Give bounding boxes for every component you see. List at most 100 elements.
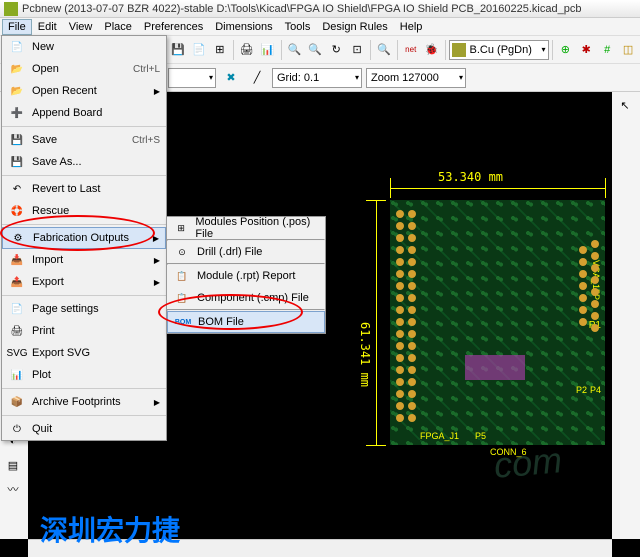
menu-item-icon: ➕ bbox=[8, 105, 26, 121]
watermark-text: 深圳宏力捷 bbox=[40, 509, 180, 549]
mode-4-button[interactable]: ◫ bbox=[618, 39, 638, 61]
submenu-item-icon: BOM bbox=[174, 314, 192, 330]
menu-item-save-as-[interactable]: 💾Save As... bbox=[2, 151, 166, 173]
mode-1-button[interactable]: ⊕ bbox=[555, 39, 575, 61]
menu-item-icon: 📊 bbox=[8, 367, 26, 383]
menu-item-label: Page settings bbox=[32, 303, 160, 315]
zoom-fit-button[interactable]: ⊡ bbox=[347, 39, 367, 61]
page-button[interactable]: 📄 bbox=[189, 39, 209, 61]
dim-tick bbox=[605, 178, 606, 198]
submenu-arrow-icon: ▶ bbox=[154, 87, 160, 96]
menu-item-icon: ⚙ bbox=[9, 230, 27, 246]
submenu-item-modules-position-pos-file[interactable]: ⊞Modules Position (.pos) File bbox=[167, 217, 325, 239]
menu-item-append-board[interactable]: ➕ Append Board bbox=[2, 102, 166, 124]
menu-bar[interactable]: File Edit View Place Preferences Dimensi… bbox=[0, 18, 640, 36]
microwave-icon[interactable]: 〰 bbox=[2, 478, 24, 500]
menu-item-plot[interactable]: 📊 Plot bbox=[2, 364, 166, 386]
menu-item-open[interactable]: 📂OpenCtrl+L bbox=[2, 58, 166, 80]
module-button[interactable]: ⊞ bbox=[210, 39, 230, 61]
menu-item-icon: 🛟 bbox=[8, 203, 26, 219]
submenu-item-label: Module (.rpt) Report bbox=[197, 270, 295, 282]
menu-item-icon: 🖨 bbox=[8, 323, 26, 339]
dim-height-label: 61.341 mm bbox=[358, 322, 372, 387]
mode-3-button[interactable]: # bbox=[597, 39, 617, 61]
submenu-item-drill-drl-file[interactable]: ⊙Drill (.drl) File bbox=[167, 241, 325, 263]
submenu-arrow-icon: ▶ bbox=[153, 234, 159, 243]
submenu-item-component-cmp-file[interactable]: 📋Component (.cmp) File bbox=[167, 287, 325, 309]
layers-icon[interactable]: ▤ bbox=[2, 454, 24, 476]
menu-dimensions[interactable]: Dimensions bbox=[209, 19, 278, 35]
menu-item-page-settings[interactable]: 📄 Page settings bbox=[2, 298, 166, 320]
menu-item-export-svg[interactable]: SVGExport SVG bbox=[2, 342, 166, 364]
menu-item-fabrication-outputs[interactable]: ⚙Fabrication Outputs▶ bbox=[2, 227, 166, 249]
menu-item-rescue[interactable]: 🛟Rescue bbox=[2, 200, 166, 222]
menu-item-shortcut: Ctrl+S bbox=[132, 135, 160, 146]
menu-design-rules[interactable]: Design Rules bbox=[316, 19, 393, 35]
via-button[interactable]: ✖ bbox=[220, 67, 242, 89]
right-toolbar: ↖ bbox=[612, 92, 640, 539]
submenu-item-label: Modules Position (.pos) File bbox=[195, 216, 319, 240]
menu-item-icon: 📂 bbox=[8, 83, 26, 99]
menu-item-label: Quit bbox=[32, 423, 160, 435]
layer-selector[interactable]: B.Cu (PgDn) bbox=[449, 40, 549, 60]
menu-view[interactable]: View bbox=[63, 19, 99, 35]
dim-tick bbox=[366, 445, 386, 446]
menu-item-revert-to-last[interactable]: ↶Revert to Last bbox=[2, 178, 166, 200]
silk-label: P4 bbox=[590, 385, 601, 395]
save-button[interactable]: 💾 bbox=[168, 39, 188, 61]
menu-place[interactable]: Place bbox=[98, 19, 138, 35]
menu-item-save[interactable]: 💾SaveCtrl+S bbox=[2, 129, 166, 151]
dim-width-line bbox=[390, 188, 605, 189]
submenu-item-icon: 📋 bbox=[173, 290, 191, 306]
menu-help[interactable]: Help bbox=[394, 19, 429, 35]
zoom-out-button[interactable]: 🔍 bbox=[305, 39, 325, 61]
menu-item-label: Open Recent bbox=[32, 85, 154, 97]
menu-item-shortcut: Ctrl+L bbox=[133, 64, 160, 75]
track-width-selector[interactable] bbox=[168, 68, 216, 88]
drc-button[interactable]: 🐞 bbox=[422, 39, 442, 61]
print-button[interactable]: 🖨 bbox=[237, 39, 257, 61]
menu-item-icon: 📦 bbox=[8, 394, 26, 410]
zoom-selector[interactable]: Zoom 127000 bbox=[366, 68, 466, 88]
menu-preferences[interactable]: Preferences bbox=[138, 19, 209, 35]
submenu-item-icon: ⊙ bbox=[173, 244, 191, 260]
menu-edit[interactable]: Edit bbox=[32, 19, 63, 35]
menu-item-icon: 📥 bbox=[8, 252, 26, 268]
menu-item-export[interactable]: 📤Export▶ bbox=[2, 271, 166, 293]
layer-swatch bbox=[452, 43, 466, 57]
mode-2-button[interactable]: ✱ bbox=[576, 39, 596, 61]
find-button[interactable]: 🔍 bbox=[374, 39, 394, 61]
menu-tools[interactable]: Tools bbox=[279, 19, 317, 35]
menu-file[interactable]: File bbox=[2, 19, 32, 35]
menu-item-import[interactable]: 📥Import▶ bbox=[2, 249, 166, 271]
menu-item-open-recent[interactable]: 📂 Open Recent▶ bbox=[2, 80, 166, 102]
dim-tick bbox=[366, 200, 386, 201]
submenu-item-label: BOM File bbox=[198, 316, 244, 328]
menu-item-new[interactable]: 📄New bbox=[2, 36, 166, 58]
menu-item-icon: 📄 bbox=[8, 301, 26, 317]
submenu-item-icon: 📋 bbox=[173, 268, 191, 284]
netlist-button[interactable]: net bbox=[401, 39, 421, 61]
menu-item-archive-footprints[interactable]: 📦Archive Footprints▶ bbox=[2, 391, 166, 413]
zoom-in-button[interactable]: 🔍 bbox=[284, 39, 304, 61]
menu-item-label: Plot bbox=[32, 369, 160, 381]
menu-item-quit[interactable]: ⏻Quit bbox=[2, 418, 166, 440]
arrow-icon[interactable]: ↖ bbox=[614, 94, 636, 116]
autoroute-button[interactable]: ╱ bbox=[246, 67, 268, 89]
menu-item-label: Save As... bbox=[32, 156, 160, 168]
submenu-item-module-rpt-report[interactable]: 📋 Module (.rpt) Report bbox=[167, 265, 325, 287]
grid-selector[interactable]: Grid: 0.1 bbox=[272, 68, 362, 88]
submenu-item-bom-file[interactable]: BOM BOM File bbox=[167, 311, 325, 333]
menu-item-print[interactable]: 🖨Print bbox=[2, 320, 166, 342]
menu-item-label: Export SVG bbox=[32, 347, 160, 359]
title-bar: Pcbnew (2013-07-07 BZR 4022)-stable D:\T… bbox=[0, 0, 640, 18]
menu-item-icon: 📂 bbox=[8, 61, 26, 77]
menu-item-label: Append Board bbox=[32, 107, 160, 119]
plot-button[interactable]: 📊 bbox=[258, 39, 278, 61]
silk-label: P2 bbox=[576, 385, 587, 395]
zoom-redraw-button[interactable]: ↻ bbox=[326, 39, 346, 61]
menu-item-label: Archive Footprints bbox=[32, 396, 154, 408]
menu-item-label: Save bbox=[32, 134, 132, 146]
dim-width-label: 53.340 mm bbox=[438, 170, 503, 184]
menu-item-label: Export bbox=[32, 276, 154, 288]
